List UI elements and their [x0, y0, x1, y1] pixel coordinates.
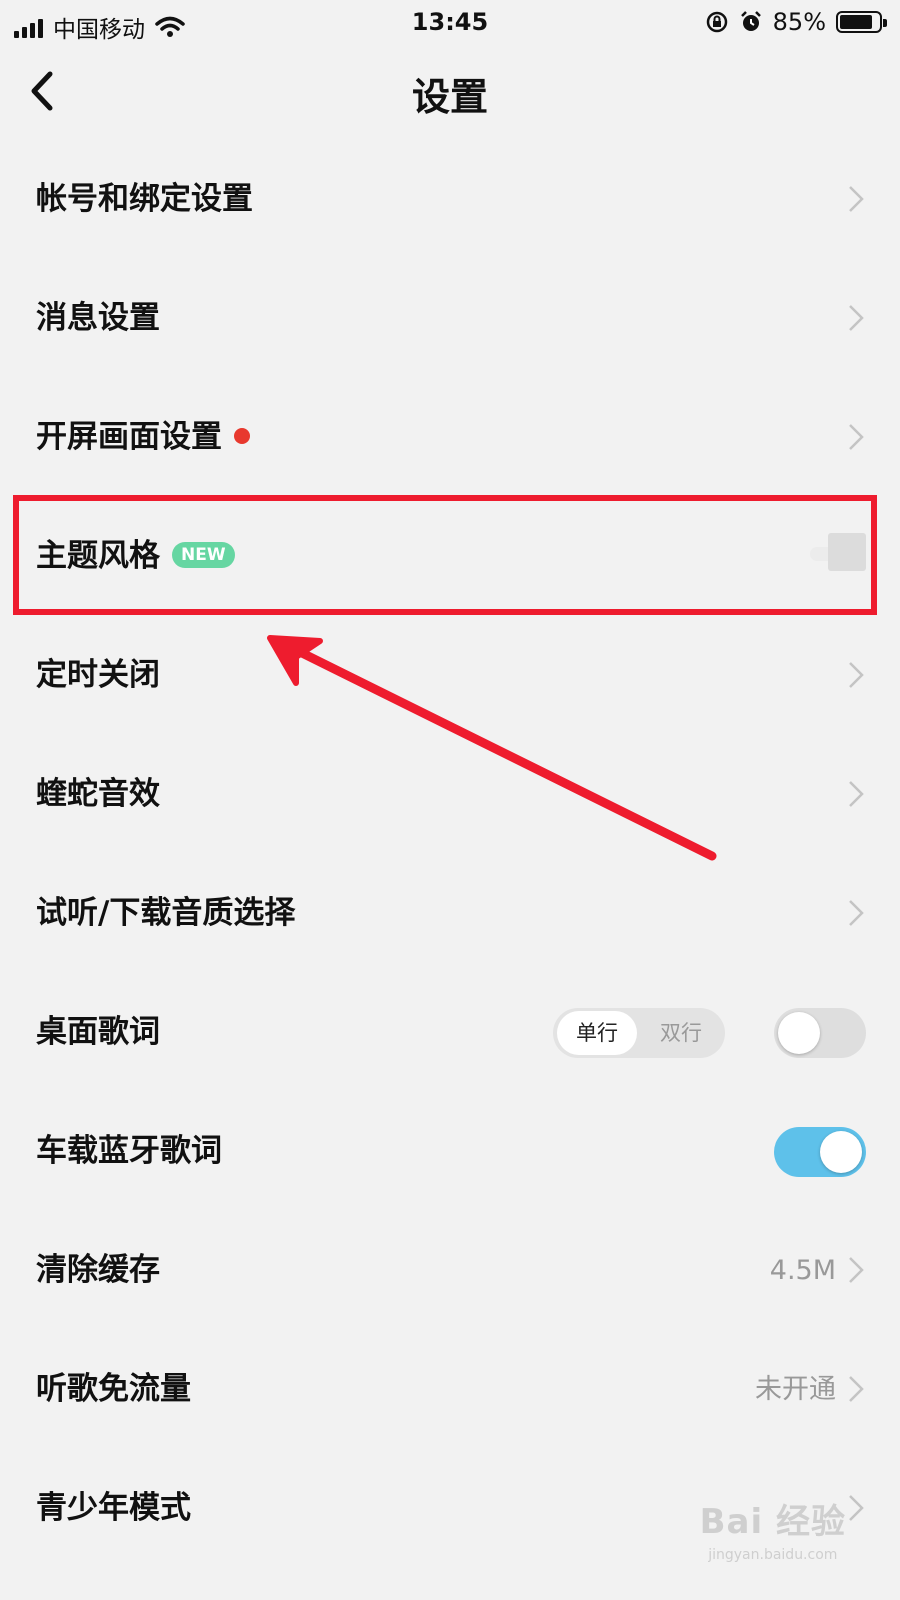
- chevron-right-icon: [849, 424, 864, 450]
- chevron-right-icon: [849, 781, 864, 807]
- status-bar: 中国移动 13:45 85%: [0, 0, 900, 46]
- setting-message[interactable]: 消息设置: [0, 259, 900, 378]
- chevron-right-icon: [849, 305, 864, 331]
- settings-list: 帐号和绑定设置 消息设置 开屏画面设置 主题风格 NEW 定时关闭 蝰蛇音效 试听…: [0, 140, 900, 1568]
- baidu-jingyan-watermark: Bai 经验 jingyan.baidu.com: [700, 1494, 846, 1563]
- setting-splash-screen[interactable]: 开屏画面设置: [0, 378, 900, 497]
- chevron-right-icon: [849, 1495, 864, 1521]
- chevron-right-icon: [849, 186, 864, 212]
- setting-label: 消息设置: [36, 300, 160, 336]
- setting-label: 开屏画面设置: [36, 378, 250, 497]
- desktop-lyrics-toggle[interactable]: [774, 1008, 866, 1058]
- battery-icon: [836, 11, 887, 33]
- setting-sleep-timer[interactable]: 定时关闭: [0, 616, 900, 735]
- lyrics-line-segmented-control: 单行 双行: [553, 1008, 725, 1058]
- setting-label: 蝰蛇音效: [36, 776, 160, 812]
- page-title: 设置: [411, 75, 488, 119]
- watermark-logo-text: Bai 经验: [699, 1502, 846, 1542]
- setting-sound-effects[interactable]: 蝰蛇音效: [0, 735, 900, 854]
- nav-header: 设置: [0, 46, 900, 136]
- chevron-right-icon: [849, 900, 864, 926]
- battery-percentage: 85%: [772, 8, 826, 36]
- free-data-status-value: 未开通: [755, 1374, 836, 1405]
- setting-label: 桌面歌词: [36, 1014, 160, 1050]
- setting-label: 青少年模式: [36, 1490, 191, 1526]
- setting-clear-cache[interactable]: 清除缓存 4.5M: [0, 1211, 900, 1330]
- watermark-url: jingyan.baidu.com: [708, 1547, 838, 1563]
- chevron-right-icon: [849, 662, 864, 688]
- setting-account-binding[interactable]: 帐号和绑定设置: [0, 140, 900, 259]
- setting-car-bluetooth-lyrics: 车载蓝牙歌词: [0, 1092, 900, 1211]
- annotation-highlight-box: [13, 495, 877, 615]
- car-bluetooth-lyrics-toggle[interactable]: [774, 1127, 866, 1177]
- red-dot-badge: [234, 427, 250, 444]
- setting-label: 清除缓存: [36, 1252, 160, 1288]
- setting-label: 帐号和绑定设置: [36, 181, 253, 217]
- setting-label: 定时关闭: [36, 657, 160, 693]
- setting-free-data[interactable]: 听歌免流量 未开通: [0, 1330, 900, 1449]
- chevron-right-icon: [849, 1376, 864, 1402]
- cache-size-value: 4.5M: [769, 1255, 836, 1286]
- segment-double-line[interactable]: 双行: [641, 1011, 721, 1055]
- setting-desktop-lyrics: 桌面歌词 单行 双行: [0, 973, 900, 1092]
- alarm-icon: [740, 11, 761, 31]
- setting-label: 试听/下载音质选择: [36, 895, 296, 931]
- setting-label: 车载蓝牙歌词: [36, 1133, 222, 1169]
- setting-label: 听歌免流量: [36, 1371, 191, 1407]
- segment-single-line[interactable]: 单行: [557, 1011, 637, 1055]
- setting-audio-quality[interactable]: 试听/下载音质选择: [0, 854, 900, 973]
- status-right: 85%: [705, 8, 887, 36]
- rotation-lock-icon: [706, 11, 727, 33]
- chevron-right-icon: [849, 1257, 864, 1283]
